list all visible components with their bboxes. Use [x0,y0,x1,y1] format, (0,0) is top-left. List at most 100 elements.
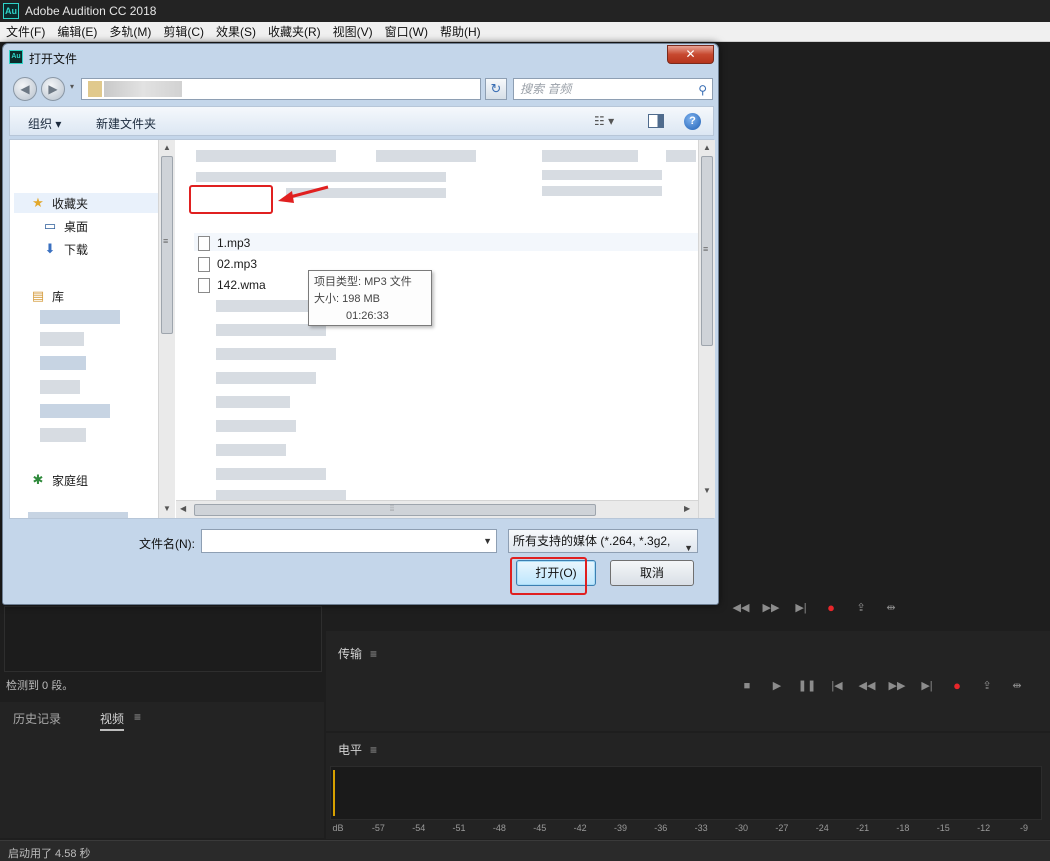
desktop-icon: ▭ [43,218,57,233]
blurred-file [542,170,662,180]
scroll-left-icon[interactable]: ◀ [180,504,186,513]
file-item-2[interactable]: 02.mp3 [198,255,257,273]
back-icon[interactable]: ◀ [13,77,37,101]
blurred-nav-item [40,380,80,394]
file-list-scrollbar[interactable]: ▲ ≡ ▼ [698,140,715,518]
chevron-down-icon[interactable]: ▼ [483,536,492,546]
hscrollbar-thumb[interactable] [194,504,596,516]
scroll-down-icon[interactable]: ▼ [703,486,711,495]
nav-libraries[interactable]: ▤ 库 [30,287,64,305]
blurred-file [216,420,296,432]
nav-desktop[interactable]: ▭ 桌面 [42,217,88,235]
file-item-1[interactable]: 1.mp3 [198,234,250,252]
play-icon[interactable]: ▶ [762,679,792,692]
search-input[interactable]: 搜索 音频 ⚲ [513,78,713,100]
fast-forward-icon[interactable]: ▶▶ [756,601,786,614]
organize-button[interactable]: 组织 ▾ [28,115,61,132]
blurred-nav-item [28,512,128,518]
fast-forward-icon[interactable]: ▶▶ [882,679,912,692]
scrollbar-grip: ≡ [163,236,169,246]
menu-effects[interactable]: 效果(S) [210,22,262,42]
nav-downloads[interactable]: ⬇ 下载 [42,240,88,258]
filename-input[interactable]: ▼ [201,529,497,553]
video-panel-menu-icon[interactable]: ≡ [134,710,141,724]
meter-scale-label: dB [332,823,344,833]
scroll-up-icon[interactable]: ▲ [163,143,171,152]
meter-scale-label: -30 [735,823,749,833]
menu-file[interactable]: 文件(F) [0,22,51,42]
recent-locations-icon[interactable]: ▾ [70,82,74,91]
tooltip-type: 项目类型: MP3 文件 [314,276,412,288]
app-title-bar: Au Adobe Audition CC 2018 [0,0,1050,22]
file-item-3[interactable]: 142.wma [198,276,266,294]
tab-history[interactable]: 历史记录 [13,710,61,727]
menu-edit[interactable]: 编辑(E) [51,22,103,42]
menu-clip[interactable]: 剪辑(C) [157,22,210,42]
tooltip-size: 大小: 198 MB [314,293,381,305]
blurred-nav-item [40,332,84,346]
transport-menu-icon[interactable]: ≡ [370,647,377,661]
level-menu-icon[interactable]: ≡ [370,743,377,757]
menu-bar: 文件(F) 编辑(E) 多轨(M) 剪辑(C) 效果(S) 收藏夹(R) 视图(… [0,22,1050,42]
transport-panel: 传输 ≡ ■ ▶ ❚❚ |◀ ◀◀ ▶▶ ▶| ● ⇪ ⇹ [326,631,1050,731]
forward-icon[interactable]: ▶ [41,77,65,101]
meter-scale-label: -54 [412,823,426,833]
meter-scale-label: -12 [977,823,991,833]
editor-transport: ◀◀ ▶▶ ▶| ● ⇪ ⇹ [726,600,906,615]
scroll-down-icon[interactable]: ▼ [163,504,171,513]
history-video-panel: 历史记录 视频 ≡ [0,702,324,838]
pause-icon[interactable]: ❚❚ [792,679,822,692]
refresh-icon[interactable]: ↻ [485,78,507,100]
blurred-file [216,372,316,384]
menu-view[interactable]: 视图(V) [327,22,379,42]
homegroup-icon: ✱ [32,472,44,487]
skip-next-icon[interactable]: ▶| [786,601,816,614]
audition-logo-icon: Au [9,50,23,64]
navigation-scrollbar[interactable]: ▲ ≡ ▼ [158,140,175,518]
filename-label: 文件名(N): [139,537,195,551]
blurred-path [104,81,182,97]
file-type-select[interactable]: 所有支持的媒体 (*.264, *.3g2, ▼ [508,529,698,553]
tab-video[interactable]: 视频 [100,710,125,731]
nav-favorites[interactable]: ★ 收藏夹 [30,194,88,212]
blurred-header [542,150,638,162]
preview-pane-icon[interactable] [648,114,664,128]
help-icon[interactable]: ? [684,113,701,130]
blurred-file [216,490,346,500]
stop-icon[interactable]: ■ [732,680,762,692]
close-button[interactable]: ✕ [667,45,714,64]
menu-multitrack[interactable]: 多轨(M) [103,22,157,42]
rewind-icon[interactable]: ◀◀ [726,601,756,614]
skip-selection-icon[interactable]: ⇹ [1002,679,1032,692]
file-icon [198,256,210,272]
rewind-icon[interactable]: ◀◀ [852,679,882,692]
export-icon[interactable]: ⇪ [846,601,876,614]
search-icon[interactable]: ⚲ [698,80,707,100]
chevron-down-icon[interactable]: ▼ [684,537,693,552]
meter-scale-label: -9 [1019,823,1029,833]
skip-icon[interactable]: ⇹ [876,601,906,614]
menu-window[interactable]: 窗口(W) [379,22,434,42]
file-list-hscrollbar[interactable]: ◀ ⦙⦙ ▶ [176,500,698,518]
cancel-button[interactable]: 取消 [610,560,694,586]
playback-export-icon[interactable]: ⇪ [972,679,1002,692]
menu-favorites[interactable]: 收藏夹(R) [262,22,327,42]
record-icon[interactable]: ● [816,600,846,615]
meter-scale-label: -48 [492,823,506,833]
startup-time-status: 启动用了 4.58 秒 [8,848,91,860]
change-view-icon[interactable]: ☷ ▾ [594,114,614,128]
hover-row [194,233,698,251]
record-icon[interactable]: ● [942,678,972,693]
move-to-end-icon[interactable]: ▶| [912,679,942,692]
blurred-header [196,150,336,162]
nav-homegroup[interactable]: ✱ 家庭组 [30,471,88,489]
new-folder-button[interactable]: 新建文件夹 [96,115,156,132]
scroll-up-icon[interactable]: ▲ [703,143,711,152]
meter-scale-label: -33 [694,823,708,833]
address-bar[interactable]: ▼ [81,78,547,100]
blurred-file [196,172,446,182]
scroll-right-icon[interactable]: ▶ [684,504,690,513]
move-to-start-icon[interactable]: |◀ [822,679,852,692]
menu-help[interactable]: 帮助(H) [434,22,487,42]
meter-scale-label: -21 [856,823,870,833]
